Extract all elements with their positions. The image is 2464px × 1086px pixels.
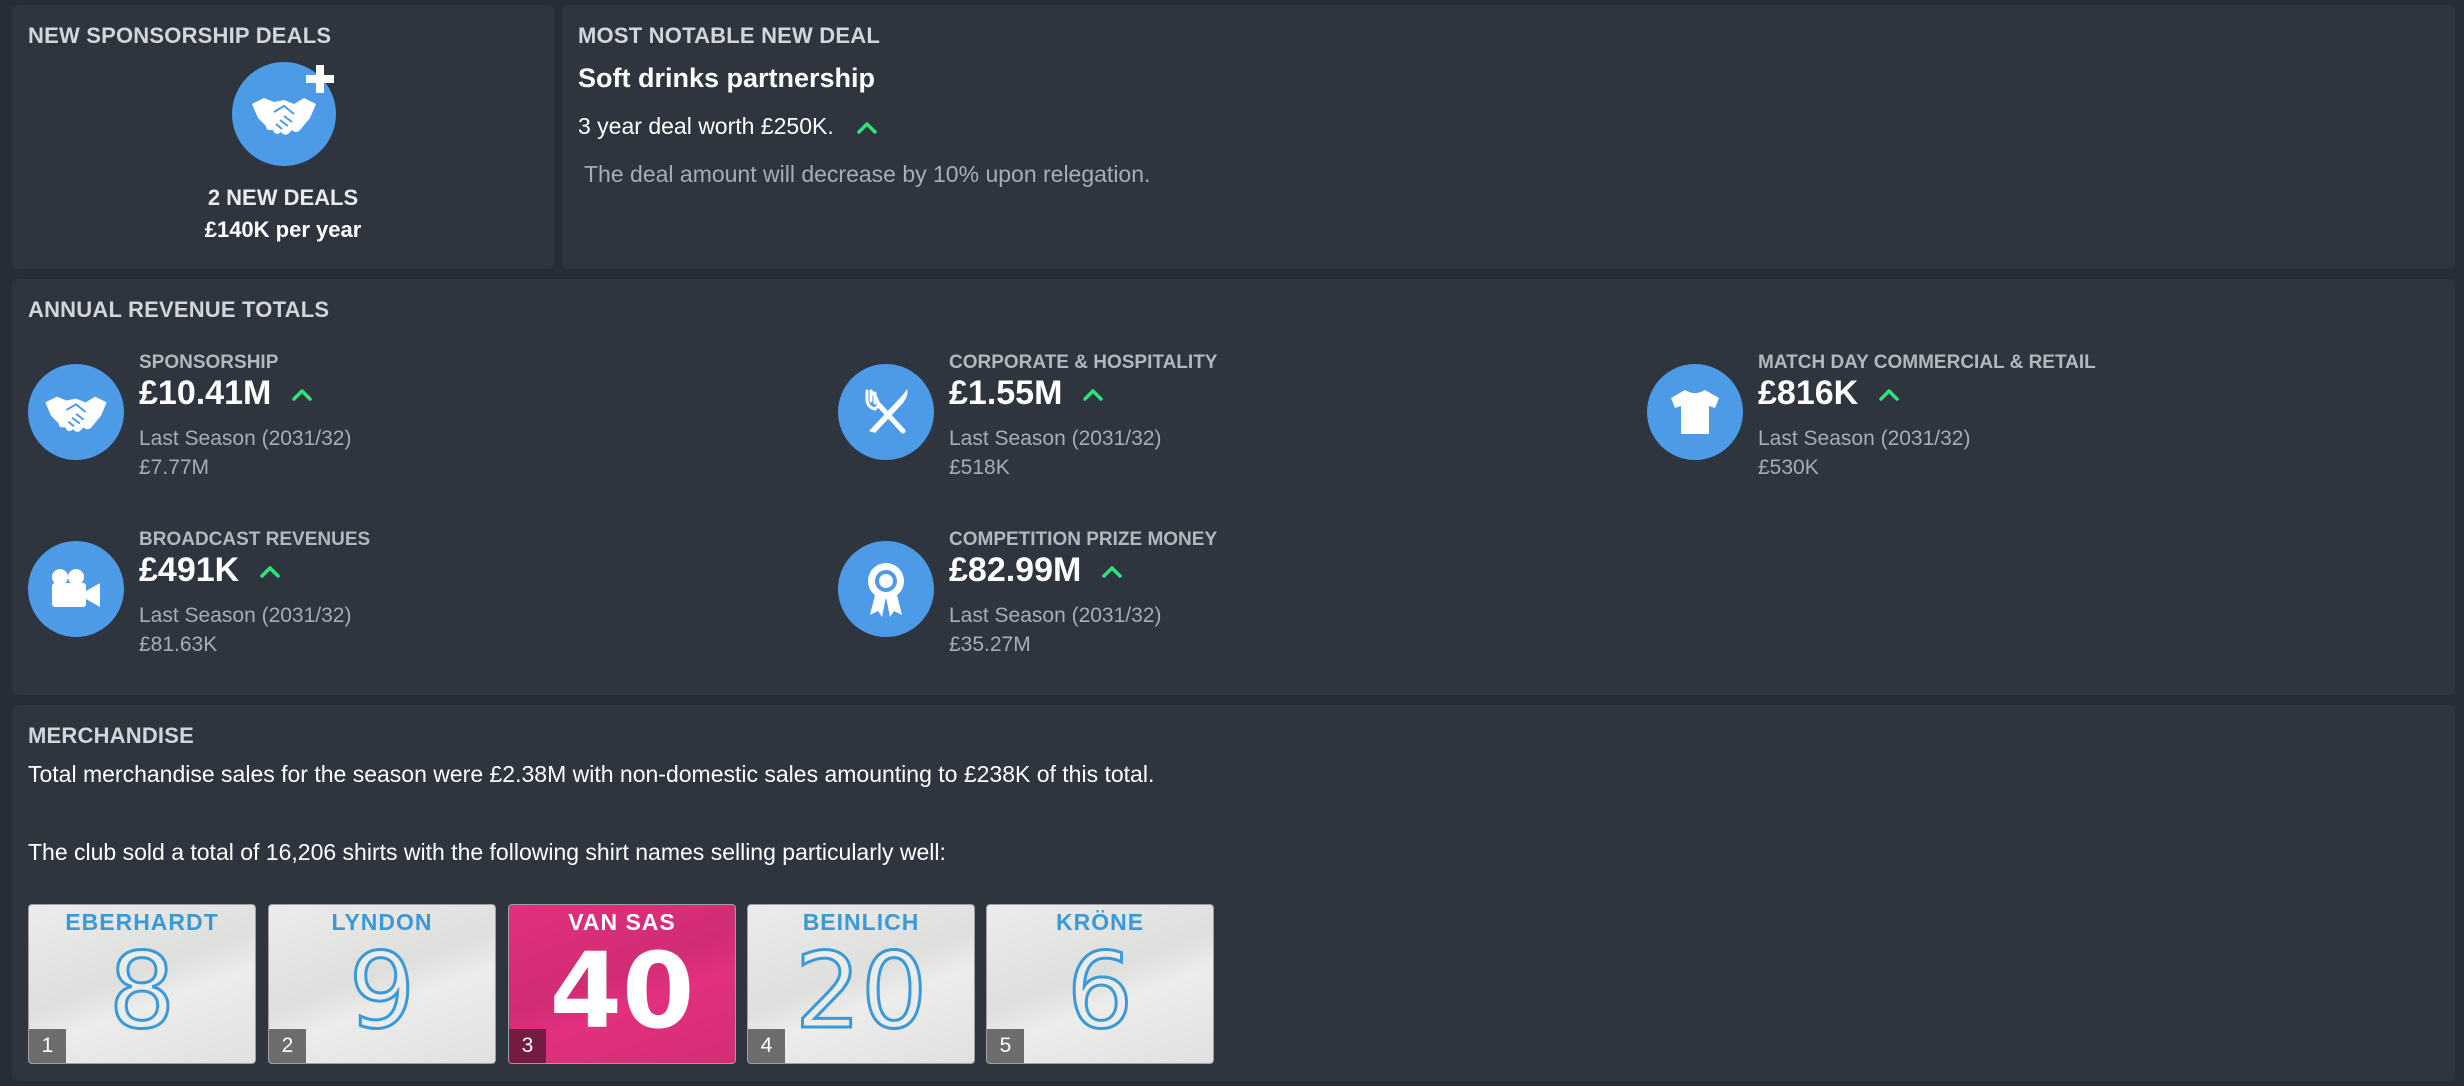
last-season-label: Last Season (2031/32) [139,427,352,450]
trend-up-icon [1879,388,1899,401]
trend-up-icon [260,565,280,578]
cutlery-icon [838,364,934,460]
shirt-rank: 3 [509,1029,546,1063]
camera-icon [28,541,124,637]
new-deals-per-year: £140K per year [204,217,362,242]
shirt-card[interactable]: KRÖNE 6 5 [986,904,1214,1064]
shirt-rank: 4 [748,1029,785,1063]
revenue-value-row: £1.55M [949,374,1104,413]
new-deals-count: 2 NEW DEALS [207,185,359,210]
revenue-value: £816K [1758,374,1859,412]
panel-title: ANNUAL REVENUE TOTALS [28,297,330,322]
revenue-value: £10.41M [139,374,272,412]
last-season-value: £518K [949,456,1010,479]
revenue-sponsorship[interactable]: SPONSORSHIP £10.41M Last Season (2031/32… [12,352,792,492]
deal-name: Soft drinks partnership [578,63,876,93]
trend-up-icon [1102,565,1123,578]
revenue-value-row: £816K [1758,374,1900,413]
revenue-label: BROADCAST REVENUES [139,529,371,550]
new-sponsorship-deals-panel: NEW SPONSORSHIP DEALS 2 NEW DEALS £140K … [12,5,554,269]
shirt-card[interactable]: EBERHARDT 8 1 [28,904,256,1064]
panel-title: NEW SPONSORSHIP DEALS [28,23,332,48]
last-season-label: Last Season (2031/32) [1758,427,1971,450]
annual-revenue-panel: ANNUAL REVENUE TOTALS SPONSORSHIP £10.41… [12,279,2455,695]
most-notable-deal-panel: MOST NOTABLE NEW DEAL Soft drinks partne… [562,5,2455,269]
trend-up-icon [292,388,313,401]
revenue-prize-money[interactable]: COMPETITION PRIZE MONEY £82.99M Last Sea… [822,529,1602,669]
revenue-label: SPONSORSHIP [139,352,279,373]
shirt-card[interactable]: BEINLICH 20 4 [747,904,975,1064]
revenue-value: £82.99M [949,551,1082,589]
deal-terms-row: 3 year deal worth £250K. [578,113,878,140]
last-season-value: £35.27M [949,633,1031,656]
revenue-label: CORPORATE & HOSPITALITY [949,352,1218,373]
last-season-label: Last Season (2031/32) [949,604,1162,627]
last-season-label: Last Season (2031/32) [949,427,1162,450]
revenue-value: £491K [139,551,240,589]
last-season-value: £530K [1758,456,1819,479]
revenue-label: MATCH DAY COMMERCIAL & RETAIL [1758,352,2096,373]
shirt-icon [1647,364,1743,460]
last-season-value: £81.63K [139,633,218,656]
panel-title: MERCHANDISE [28,723,194,748]
shirt-sales-text: The club sold a total of 16,206 shirts w… [28,839,946,865]
revenue-value-row: £10.41M [139,374,313,413]
panel-title: MOST NOTABLE NEW DEAL [578,23,880,48]
trend-up-icon [856,121,877,134]
handshake-icon [28,364,124,460]
shirt-card[interactable]: VAN SAS 40 3 [508,904,736,1064]
award-ribbon-icon [838,541,934,637]
revenue-value-row: £491K [139,551,281,590]
deal-relegation-note: The deal amount will decrease by 10% upo… [584,161,1151,187]
revenue-value-row: £82.99M [949,551,1123,590]
merchandise-panel: MERCHANDISE Total merchandise sales for … [12,705,2455,1081]
last-season-value: £7.77M [139,456,210,479]
revenue-corporate-hospitality[interactable]: CORPORATE & HOSPITALITY £1.55M Last Seas… [822,352,1602,492]
merchandise-summary: Total merchandise sales for the season w… [28,761,1155,787]
plus-icon [302,61,338,97]
last-season-label: Last Season (2031/32) [139,604,352,627]
trend-up-icon [1083,388,1104,401]
revenue-value: £1.55M [949,374,1063,412]
shirt-rank: 1 [29,1029,66,1063]
revenue-matchday-retail[interactable]: MATCH DAY COMMERCIAL & RETAIL £816K Last… [1631,352,2411,492]
revenue-broadcast[interactable]: BROADCAST REVENUES £491K Last Season (20… [12,529,792,669]
shirt-rank: 2 [269,1029,306,1063]
revenue-label: COMPETITION PRIZE MONEY [949,529,1218,550]
deal-terms: 3 year deal worth £250K. [578,113,834,139]
shirt-rank: 5 [987,1029,1024,1063]
shirt-card[interactable]: LYNDON 9 2 [268,904,496,1064]
